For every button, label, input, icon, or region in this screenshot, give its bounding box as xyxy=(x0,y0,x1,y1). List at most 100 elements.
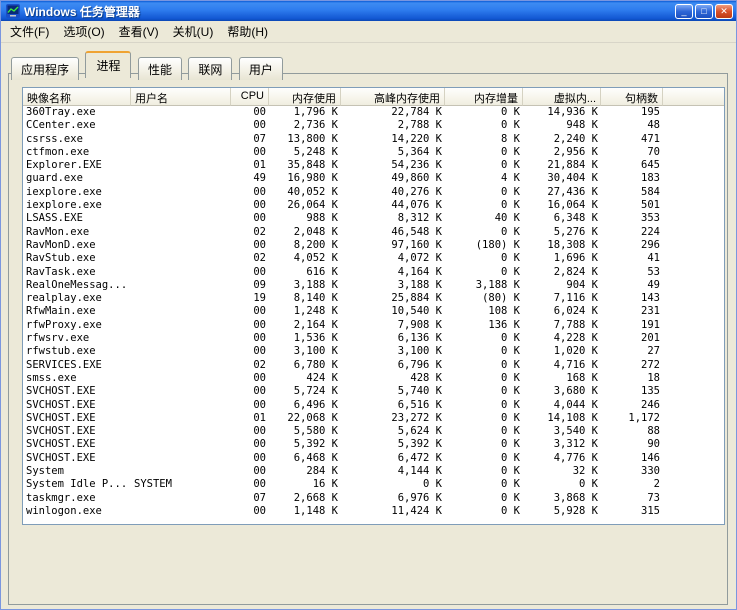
table-row[interactable]: RealOneMessag...093,188 K3,188 K3,188 K9… xyxy=(23,279,724,292)
title-bar[interactable]: Windows 任务管理器 _ □ ✕ xyxy=(1,1,736,21)
table-row[interactable]: 360Tray.exe001,796 K22,784 K0 K14,936 K1… xyxy=(23,106,724,119)
column-header-user-name[interactable]: 用户名 xyxy=(131,88,231,106)
cell-name: LSASS.EXE xyxy=(23,212,131,225)
cell-delta: 0 K xyxy=(445,452,523,465)
table-row[interactable]: System00284 K4,144 K0 K32 K330 xyxy=(23,465,724,478)
cell-peak: 6,516 K xyxy=(341,399,445,412)
cell-peak: 3,100 K xyxy=(341,345,445,358)
cell-handles: 49 xyxy=(601,279,663,292)
cell-mem: 6,468 K xyxy=(269,452,341,465)
table-row[interactable]: rfwsrv.exe001,536 K6,136 K0 K4,228 K201 xyxy=(23,332,724,345)
table-row[interactable]: SVCHOST.EXE006,496 K6,516 K0 K4,044 K246 xyxy=(23,399,724,412)
cell-delta: 0 K xyxy=(445,106,523,119)
maximize-button[interactable]: □ xyxy=(695,4,713,19)
table-row[interactable]: csrss.exe0713,800 K14,220 K8 K2,240 K471 xyxy=(23,133,724,146)
cell-name: rfwProxy.exe xyxy=(23,319,131,332)
table-row[interactable]: taskmgr.exe072,668 K6,976 K0 K3,868 K73 xyxy=(23,492,724,505)
cell-cpu: 00 xyxy=(231,106,269,119)
cell-mem: 2,668 K xyxy=(269,492,341,505)
cell-filler xyxy=(663,385,724,398)
column-header-vm-size[interactable]: 虚拟内... xyxy=(523,88,601,106)
cell-user xyxy=(131,399,231,412)
cell-delta: (80) K xyxy=(445,292,523,305)
tab-applications[interactable]: 应用程序 xyxy=(11,57,79,80)
table-row[interactable]: RavMonD.exe008,200 K97,160 K(180) K18,30… xyxy=(23,239,724,252)
column-header-image-name[interactable]: 映像名称 xyxy=(23,88,131,106)
menu-file[interactable]: 文件(F) xyxy=(3,20,56,43)
table-row[interactable]: SVCHOST.EXE005,392 K5,392 K0 K3,312 K90 xyxy=(23,438,724,451)
table-header: 映像名称 用户名 CPU 内存使用 高峰内存使用 内存增量 虚拟内... 句柄数 xyxy=(23,88,724,106)
table-row[interactable]: iexplore.exe0026,064 K44,076 K0 K16,064 … xyxy=(23,199,724,212)
table-row[interactable]: SERVICES.EXE026,780 K6,796 K0 K4,716 K27… xyxy=(23,359,724,372)
column-header-peak-mem[interactable]: 高峰内存使用 xyxy=(341,88,445,106)
cell-vm: 0 K xyxy=(523,478,601,491)
cell-vm: 7,116 K xyxy=(523,292,601,305)
cell-vm: 5,276 K xyxy=(523,226,601,239)
menu-options[interactable]: 选项(O) xyxy=(56,20,111,43)
column-header-mem-delta[interactable]: 内存增量 xyxy=(445,88,523,106)
cell-mem: 1,248 K xyxy=(269,305,341,318)
table-row[interactable]: SVCHOST.EXE0122,068 K23,272 K0 K14,108 K… xyxy=(23,412,724,425)
table-row[interactable]: SVCHOST.EXE005,724 K5,740 K0 K3,680 K135 xyxy=(23,385,724,398)
table-row[interactable]: SVCHOST.EXE006,468 K6,472 K0 K4,776 K146 xyxy=(23,452,724,465)
column-header-cpu[interactable]: CPU xyxy=(231,88,269,106)
tab-performance[interactable]: 性能 xyxy=(138,57,182,80)
cell-name: csrss.exe xyxy=(23,133,131,146)
table-row[interactable]: realplay.exe198,140 K25,884 K(80) K7,116… xyxy=(23,292,724,305)
menu-shutdown[interactable]: 关机(U) xyxy=(166,20,221,43)
cell-cpu: 00 xyxy=(231,146,269,159)
cell-user xyxy=(131,279,231,292)
cell-handles: 501 xyxy=(601,199,663,212)
cell-peak: 5,364 K xyxy=(341,146,445,159)
cell-user xyxy=(131,412,231,425)
menu-help[interactable]: 帮助(H) xyxy=(220,20,275,43)
cell-user xyxy=(131,119,231,132)
table-row[interactable]: guard.exe4916,980 K49,860 K4 K30,404 K18… xyxy=(23,172,724,185)
cell-name: winlogon.exe xyxy=(23,505,131,518)
cell-vm: 14,936 K xyxy=(523,106,601,119)
cell-vm: 32 K xyxy=(523,465,601,478)
cell-delta: 8 K xyxy=(445,133,523,146)
cell-cpu: 07 xyxy=(231,133,269,146)
cell-user: SYSTEM xyxy=(131,478,231,491)
table-row[interactable]: smss.exe00424 K428 K0 K168 K18 xyxy=(23,372,724,385)
cell-delta: 0 K xyxy=(445,146,523,159)
tab-processes[interactable]: 进程 xyxy=(85,51,131,78)
table-row[interactable]: ctfmon.exe005,248 K5,364 K0 K2,956 K70 xyxy=(23,146,724,159)
table-row[interactable]: RfwMain.exe001,248 K10,540 K108 K6,024 K… xyxy=(23,305,724,318)
menu-bar: 文件(F) 选项(O) 查看(V) 关机(U) 帮助(H) xyxy=(1,21,736,43)
cell-handles: 143 xyxy=(601,292,663,305)
tab-networking[interactable]: 联网 xyxy=(188,57,232,80)
table-row[interactable]: CCenter.exe002,736 K2,788 K0 K948 K48 xyxy=(23,119,724,132)
table-row[interactable]: System Idle P...SYSTEM0016 K0 K0 K0 K2 xyxy=(23,478,724,491)
table-row[interactable]: Explorer.EXE0135,848 K54,236 K0 K21,884 … xyxy=(23,159,724,172)
table-row[interactable]: iexplore.exe0040,052 K40,276 K0 K27,436 … xyxy=(23,186,724,199)
cell-vm: 3,680 K xyxy=(523,385,601,398)
cell-vm: 4,228 K xyxy=(523,332,601,345)
column-header-mem-usage[interactable]: 内存使用 xyxy=(269,88,341,106)
cell-cpu: 02 xyxy=(231,252,269,265)
window-title: Windows 任务管理器 xyxy=(24,3,675,20)
column-header-handles[interactable]: 句柄数 xyxy=(601,88,663,106)
cell-filler xyxy=(663,266,724,279)
minimize-button[interactable]: _ xyxy=(675,4,693,19)
table-row[interactable]: RavTask.exe00616 K4,164 K0 K2,824 K53 xyxy=(23,266,724,279)
cell-delta: 0 K xyxy=(445,252,523,265)
tab-users[interactable]: 用户 xyxy=(239,57,283,80)
table-row[interactable]: RavStub.exe024,052 K4,072 K0 K1,696 K41 xyxy=(23,252,724,265)
table-row[interactable]: rfwProxy.exe002,164 K7,908 K136 K7,788 K… xyxy=(23,319,724,332)
cell-cpu: 09 xyxy=(231,279,269,292)
cell-mem: 3,100 K xyxy=(269,345,341,358)
table-row[interactable]: LSASS.EXE00988 K8,312 K40 K6,348 K353 xyxy=(23,212,724,225)
cell-mem: 5,580 K xyxy=(269,425,341,438)
cell-handles: 27 xyxy=(601,345,663,358)
table-row[interactable]: rfwstub.exe003,100 K3,100 K0 K1,020 K27 xyxy=(23,345,724,358)
menu-view[interactable]: 查看(V) xyxy=(112,20,166,43)
close-button[interactable]: ✕ xyxy=(715,4,733,19)
table-row[interactable]: RavMon.exe022,048 K46,548 K0 K5,276 K224 xyxy=(23,226,724,239)
cell-name: SERVICES.EXE xyxy=(23,359,131,372)
table-row[interactable]: SVCHOST.EXE005,580 K5,624 K0 K3,540 K88 xyxy=(23,425,724,438)
cell-name: SVCHOST.EXE xyxy=(23,438,131,451)
table-row[interactable]: winlogon.exe001,148 K11,424 K0 K5,928 K3… xyxy=(23,505,724,518)
cell-delta: 0 K xyxy=(445,332,523,345)
